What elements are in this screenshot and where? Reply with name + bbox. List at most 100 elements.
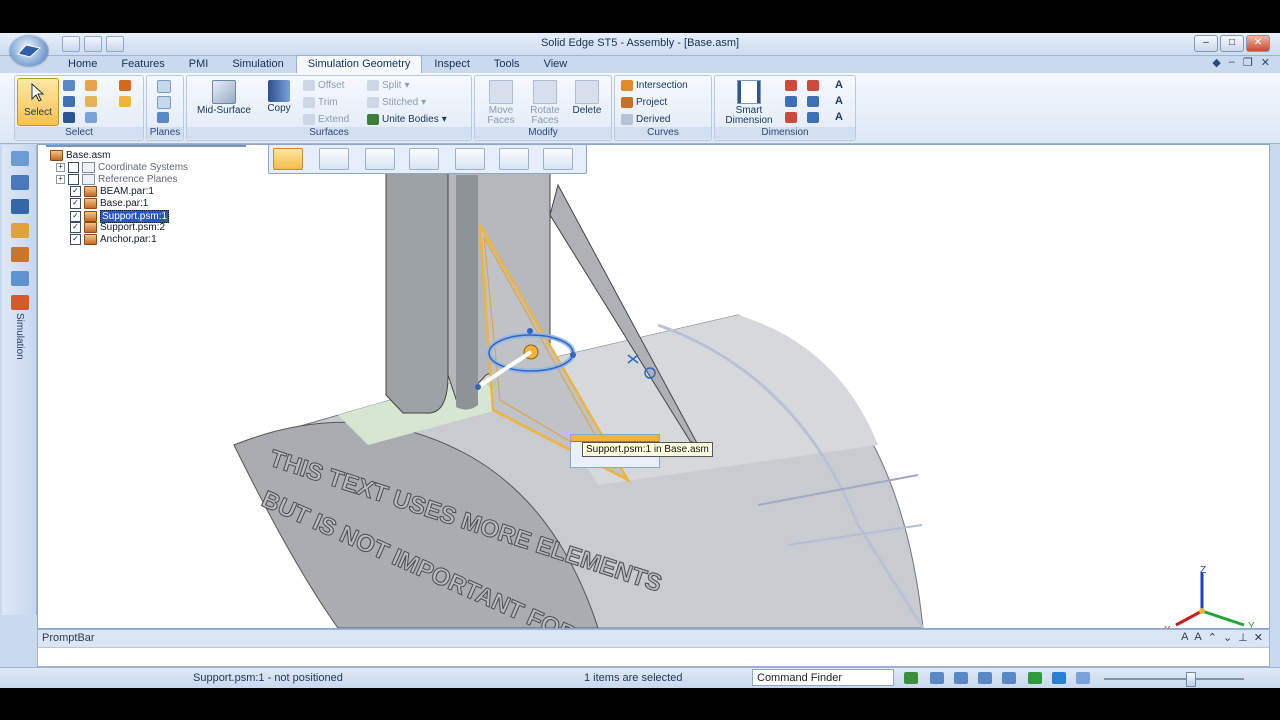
prompt-field[interactable] <box>38 647 1269 666</box>
move-faces-button[interactable]: Move Faces <box>481 80 521 126</box>
select-tool-icon[interactable] <box>85 112 97 123</box>
view-orientation-icon[interactable] <box>1052 672 1066 684</box>
dimension-tool-icon[interactable] <box>807 80 819 91</box>
plane-icon[interactable] <box>157 80 171 93</box>
tree-root[interactable]: Base.asm <box>50 150 110 161</box>
3d-viewport[interactable]: THIS TEXT USES MORE ELEMENTS BUT IS NOT … <box>37 144 1270 629</box>
view-triad[interactable]: Z X Y <box>1158 565 1268 629</box>
fit-icon[interactable] <box>978 672 992 684</box>
properties-tab-icon[interactable] <box>11 271 29 286</box>
dimension-tool-icon[interactable] <box>807 112 819 123</box>
properties-icon[interactable] <box>455 148 485 170</box>
text-size-up-icon[interactable]: A <box>835 79 843 91</box>
collapse-icon[interactable]: ⌃ <box>1208 631 1217 644</box>
pathfinder-tab-icon[interactable] <box>11 151 29 166</box>
tab-tools[interactable]: Tools <box>482 55 532 73</box>
font-larger-icon[interactable]: A <box>1181 631 1188 644</box>
tree-item-coordinate-systems[interactable]: + Coordinate Systems <box>56 162 188 173</box>
refresh-icon[interactable] <box>904 672 918 684</box>
doc-minimize-icon[interactable]: – <box>1229 56 1235 69</box>
intersection-button[interactable]: Intersection <box>621 80 688 91</box>
tab-pmi[interactable]: PMI <box>177 55 221 73</box>
visibility-checkbox[interactable] <box>68 174 79 185</box>
display-style-icon[interactable] <box>1076 672 1090 684</box>
application-button[interactable] <box>10 36 48 66</box>
visibility-checkbox[interactable]: ✓ <box>70 222 81 233</box>
extend-button[interactable]: Extend <box>303 114 349 125</box>
command-finder-input[interactable]: Command Finder <box>752 669 894 686</box>
tab-simulation-geometry[interactable]: Simulation Geometry <box>295 55 423 73</box>
pin-icon[interactable]: ⊥ <box>1238 631 1248 644</box>
select-tool-icon[interactable] <box>63 112 75 123</box>
text-style-icon[interactable]: A <box>835 95 843 107</box>
minimize-button[interactable]: – <box>1194 35 1218 52</box>
tab-view[interactable]: View <box>532 55 580 73</box>
sensors-tab-icon[interactable] <box>11 247 29 262</box>
zoom-slider-track[interactable] <box>1104 678 1244 680</box>
select-tool-icon[interactable] <box>119 96 131 107</box>
plane-icon[interactable] <box>157 112 169 123</box>
options-icon[interactable] <box>543 148 573 170</box>
select-tool-icon[interactable] <box>85 96 97 107</box>
tab-features[interactable]: Features <box>109 55 176 73</box>
visibility-checkbox[interactable]: ✓ <box>70 198 81 209</box>
close-prompt-icon[interactable]: ✕ <box>1254 631 1263 644</box>
visibility-checkbox[interactable]: ✓ <box>70 234 81 245</box>
show-component-icon[interactable] <box>319 148 349 170</box>
select-button[interactable]: Select <box>17 78 59 126</box>
close-button[interactable]: ✕ <box>1246 35 1270 52</box>
pattern-icon[interactable] <box>409 148 439 170</box>
text-size-down-icon[interactable]: A <box>835 111 843 123</box>
model-graphics[interactable]: THIS TEXT USES MORE ELEMENTS BUT IS NOT … <box>38 145 1269 628</box>
select-tool-icon[interactable] <box>63 80 75 91</box>
delete-button[interactable]: Delete <box>567 80 607 116</box>
trim-button[interactable]: Trim <box>303 97 338 108</box>
dimension-tool-icon[interactable] <box>807 96 819 107</box>
tree-item-anchor[interactable]: ✓ Anchor.par:1 <box>70 234 157 245</box>
select-tool-icon[interactable] <box>119 80 131 91</box>
split-button[interactable]: Split ▾ <box>367 80 409 91</box>
tab-inspect[interactable]: Inspect <box>422 55 481 73</box>
derived-button[interactable]: Derived <box>621 114 670 125</box>
tree-item-base[interactable]: ✓ Base.par:1 <box>70 198 148 209</box>
dimension-tool-icon[interactable] <box>785 112 797 123</box>
visibility-checkbox[interactable]: ✓ <box>70 186 81 197</box>
visibility-checkbox[interactable] <box>68 162 79 173</box>
simulation-tab-label[interactable]: Simulation <box>14 313 25 360</box>
plane-icon[interactable] <box>157 96 171 109</box>
layers-tab-icon[interactable] <box>11 175 29 190</box>
assemble-icon[interactable] <box>499 148 529 170</box>
expand-icon[interactable]: ⌄ <box>1223 631 1232 644</box>
rotate-faces-button[interactable]: Rotate Faces <box>525 80 565 126</box>
mid-surface-button[interactable]: Mid-Surface <box>191 80 257 116</box>
smart-dimension-button[interactable]: Smart Dimension <box>719 80 779 126</box>
copy-button[interactable]: Copy <box>261 80 297 114</box>
tree-item-reference-planes[interactable]: + Reference Planes <box>56 174 178 185</box>
stitched-button[interactable]: Stitched ▾ <box>367 97 426 108</box>
expand-icon[interactable]: + <box>56 163 65 172</box>
maximize-button[interactable]: □ <box>1220 35 1244 52</box>
move-parts-icon[interactable] <box>273 148 303 170</box>
tab-simulation[interactable]: Simulation <box>220 55 295 73</box>
visibility-checkbox[interactable]: ✓ <box>70 211 81 222</box>
filter-icon[interactable] <box>63 96 75 107</box>
pan-icon[interactable] <box>1002 672 1016 684</box>
rotate-icon[interactable] <box>1028 672 1042 684</box>
simulation-tab-icon[interactable] <box>11 295 29 310</box>
tree-item-beam[interactable]: ✓ BEAM.par:1 <box>70 186 154 197</box>
dimension-tool-icon[interactable] <box>785 96 797 107</box>
features-tab-icon[interactable] <box>11 223 29 238</box>
project-button[interactable]: Project <box>621 97 667 108</box>
offset-button[interactable]: Offset <box>303 80 345 91</box>
zoom-area-icon[interactable] <box>930 672 944 684</box>
tab-home[interactable]: Home <box>56 55 109 73</box>
zoom-icon[interactable] <box>954 672 968 684</box>
unite-bodies-button[interactable]: Unite Bodies ▾ <box>367 114 447 125</box>
expand-icon[interactable]: + <box>56 175 65 184</box>
relate-icon[interactable] <box>365 148 395 170</box>
help-icon[interactable]: ◆ <box>1212 56 1220 69</box>
dimension-tool-icon[interactable] <box>785 80 797 91</box>
font-smaller-icon[interactable]: A <box>1194 631 1201 644</box>
select-tool-icon[interactable] <box>85 80 97 91</box>
tree-item-support-2[interactable]: ✓ Support.psm:2 <box>70 222 165 233</box>
